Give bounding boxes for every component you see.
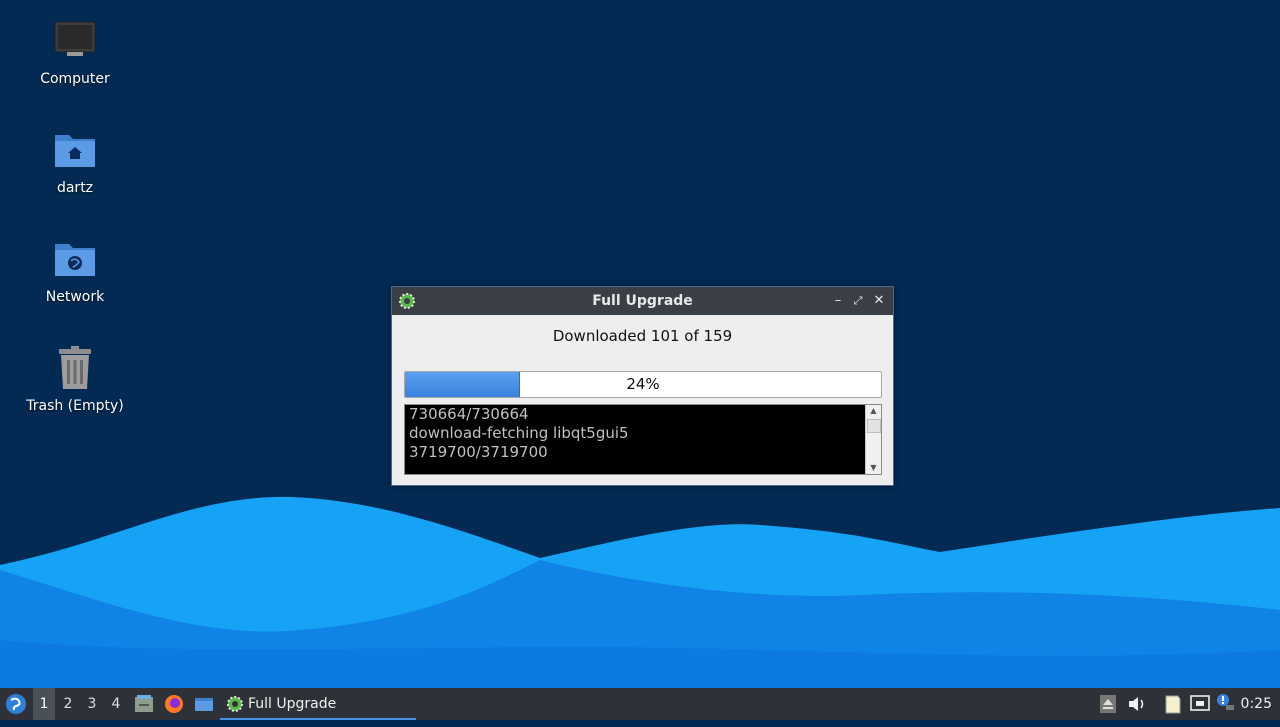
workspace-2[interactable]: 2 (57, 688, 79, 720)
maximize-button[interactable]: ⤢ (848, 291, 868, 311)
computer-icon (51, 18, 99, 66)
menu-logo-icon (6, 694, 26, 714)
home-folder-icon (51, 127, 99, 175)
file-manager-icon (135, 695, 153, 712)
window-title: Full Upgrade (592, 293, 693, 309)
download-status: Downloaded 101 of 159 (552, 327, 733, 345)
tray-volume[interactable] (1126, 688, 1148, 720)
taskbar-task-full-upgrade[interactable]: Full Upgrade (220, 688, 416, 720)
log-line: 3719700/3719700 (409, 443, 548, 461)
tray-updates[interactable] (1214, 688, 1236, 720)
eject-icon (1100, 695, 1116, 713)
trash-icon (51, 345, 99, 393)
info-notification-icon (1217, 694, 1234, 710)
show-desktop-button[interactable] (193, 688, 215, 720)
file-manager-launcher[interactable] (133, 688, 155, 720)
firefox-icon (165, 695, 183, 713)
log-line: 730664/730664 (409, 405, 529, 423)
tray-eject[interactable] (1098, 688, 1118, 720)
close-button[interactable]: ✕ (869, 291, 889, 311)
network-folder-icon (51, 236, 99, 284)
scroll-thumb[interactable] (867, 419, 881, 433)
progress-bar: 24% (404, 371, 882, 398)
task-label: Full Upgrade (248, 696, 337, 712)
log-line: download-fetching libqt5gui5 (409, 424, 629, 442)
desktop-icon-label: Network (45, 289, 105, 305)
workspace-1[interactable]: 1 (33, 688, 55, 720)
maximize-icon: ⤢ (853, 294, 863, 307)
desktop-icon-label: Computer (40, 71, 110, 87)
clipboard-icon (1165, 695, 1181, 714)
minimize-icon: – (834, 293, 842, 308)
log-lines: 730664/730664 download-fetching libqt5gui… (409, 405, 863, 474)
log-scrollbar[interactable]: ▲ ▼ (865, 405, 881, 474)
desktop-icon-computer[interactable]: Computer (15, 18, 135, 88)
window-titlebar[interactable]: Full Upgrade – ⤢ ✕ (392, 287, 893, 315)
progress-percent: 24% (626, 375, 660, 393)
network-icon (1190, 695, 1210, 711)
volume-icon (1129, 697, 1144, 711)
scroll-down-icon[interactable]: ▼ (866, 462, 881, 474)
desktop-icon (195, 698, 213, 711)
desktop-icon-label: dartz (56, 180, 94, 196)
taskbar: 1234 Full Upgrade 0:25 (0, 688, 1280, 720)
workspace-3[interactable]: 3 (81, 688, 103, 720)
upgrade-window: Full Upgrade – ⤢ ✕ Downloaded 101 of 159… (391, 286, 894, 486)
start-menu-button[interactable] (4, 688, 28, 720)
desktop-icon-network[interactable]: Network (15, 236, 135, 306)
clock[interactable]: 0:25 (1241, 688, 1272, 720)
log-output[interactable]: 730664/730664 download-fetching libqt5gui… (404, 404, 882, 475)
workspace-4[interactable]: 4 (105, 688, 127, 720)
tray-notes[interactable] (1162, 688, 1184, 720)
minimize-button[interactable]: – (828, 291, 848, 311)
scroll-up-icon[interactable]: ▲ (866, 405, 881, 417)
close-icon: ✕ (873, 293, 885, 308)
desktop-icon-home[interactable]: dartz (15, 127, 135, 197)
desktop-icon-label: Trash (Empty) (26, 398, 124, 414)
firefox-launcher[interactable] (163, 688, 185, 720)
tray-network[interactable] (1189, 688, 1211, 720)
desktop-icon-trash[interactable]: Trash (Empty) (15, 345, 135, 415)
gear-icon (227, 696, 243, 712)
